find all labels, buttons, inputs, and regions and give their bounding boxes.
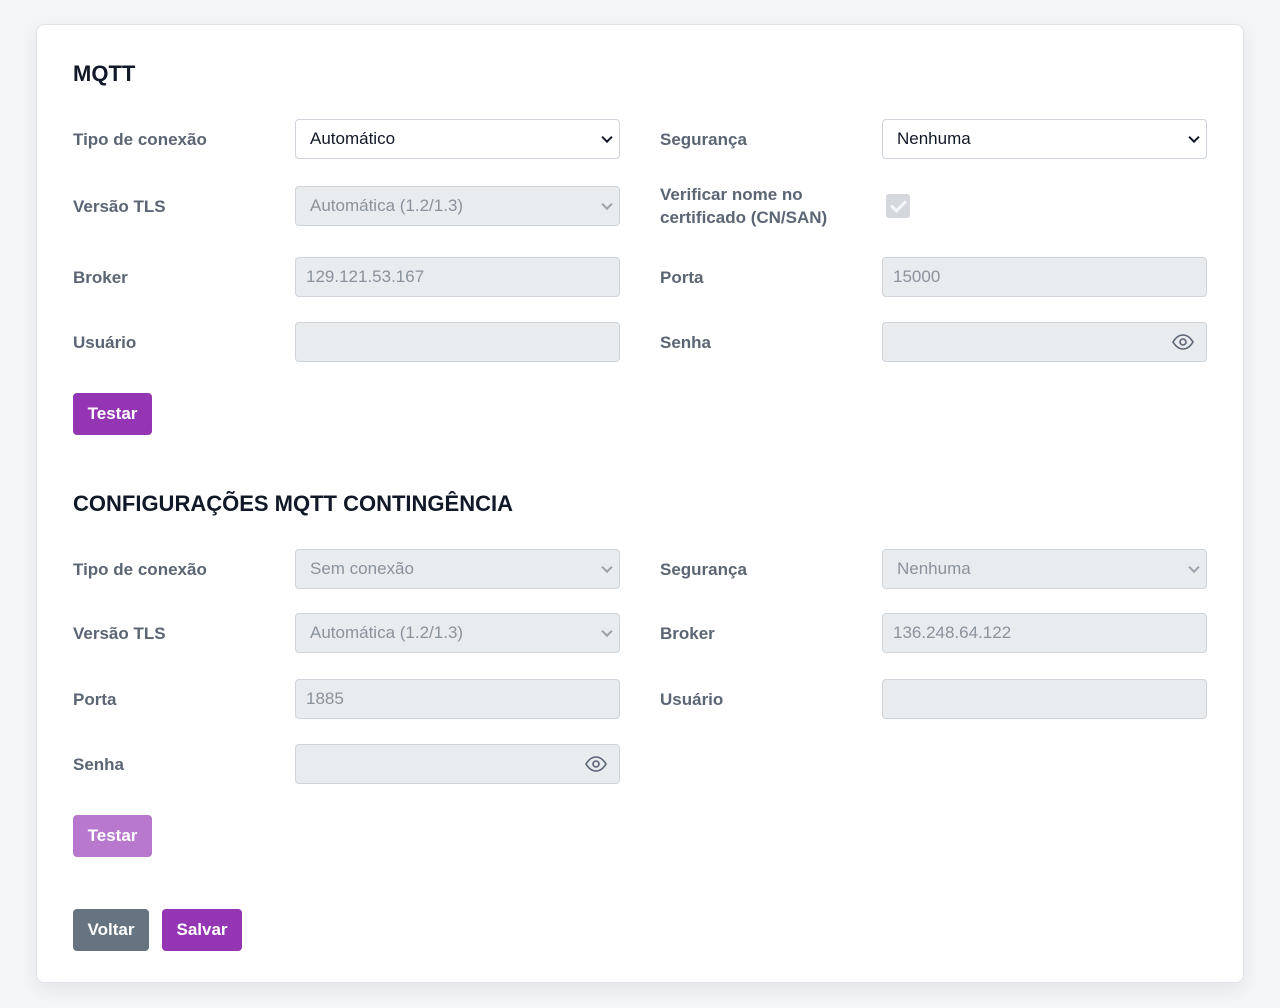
label-seguranca: Segurança xyxy=(660,129,747,149)
usuario-input-contingencia[interactable] xyxy=(882,679,1207,719)
input-value: 136.248.64.122 xyxy=(893,623,1012,642)
save-button[interactable]: Salvar xyxy=(162,909,242,951)
row: Senha xyxy=(73,744,1207,784)
select-seguranca[interactable]: Nenhuma xyxy=(882,119,1207,159)
label-versao-tls: Versão TLS xyxy=(73,623,166,643)
select-versao-tls[interactable]: Automática (1.2/1.3) xyxy=(295,186,620,226)
broker-input[interactable]: 129.121.53.167 xyxy=(295,257,620,297)
label-senha: Senha xyxy=(73,754,125,774)
select-value: Automática (1.2/1.3) xyxy=(310,623,464,642)
select-value: Nenhuma xyxy=(897,129,971,148)
label-verificar-nome: Verificar nome no certificado (CN/SAN) xyxy=(660,185,828,227)
chevron-down-icon xyxy=(601,131,613,144)
label-senha: Senha xyxy=(660,332,712,352)
row: Versão TLS Automática (1.2/1.3) Broker 1… xyxy=(73,613,1207,653)
label-usuario: Usuário xyxy=(660,689,724,709)
senha-input-contingencia[interactable] xyxy=(295,744,620,784)
row: Broker 129.121.53.167 Porta 15000 xyxy=(73,257,1207,297)
chevron-down-icon xyxy=(601,561,613,574)
chevron-down-icon xyxy=(601,198,613,211)
row: Porta 1885 Usuário xyxy=(73,679,1207,719)
input-value: 1885 xyxy=(306,689,344,708)
label-tipo-conexao: Tipo de conexão xyxy=(73,129,207,149)
label-usuario: Usuário xyxy=(73,332,137,352)
eye-icon[interactable] xyxy=(1172,334,1194,350)
back-button[interactable]: Voltar xyxy=(73,909,149,951)
label-versao-tls: Versão TLS xyxy=(73,196,166,216)
chevron-down-icon xyxy=(601,625,613,638)
select-value: Sem conexão xyxy=(310,559,414,578)
usuario-input[interactable] xyxy=(295,322,620,362)
chevron-down-icon xyxy=(1188,131,1200,144)
row: Tipo de conexão Automático Segurança Nen… xyxy=(73,119,1207,159)
test-button-contingencia[interactable]: Testar xyxy=(73,815,152,857)
section-title-contingencia: CONFIGURAÇÕES MQTT CONTINGÊNCIA xyxy=(73,491,513,516)
row: Tipo de conexão Sem conexão Segurança Ne… xyxy=(73,549,1207,589)
settings-card: MQTT Tipo de conexão Automático Seguranç… xyxy=(36,24,1244,983)
label-broker: Broker xyxy=(660,623,715,643)
chevron-down-icon xyxy=(1188,561,1200,574)
select-value: Automática (1.2/1.3) xyxy=(310,196,464,215)
label-seguranca: Segurança xyxy=(660,559,747,579)
test-button[interactable]: Testar xyxy=(73,393,152,435)
section-title-mqtt: MQTT xyxy=(73,61,136,86)
porta-input-contingencia[interactable]: 1885 xyxy=(295,679,620,719)
input-value: 15000 xyxy=(893,267,941,286)
label-tipo-conexao: Tipo de conexão xyxy=(73,559,207,579)
label-porta: Porta xyxy=(73,689,117,709)
row: Versão TLS Automática (1.2/1.3) Verifica… xyxy=(73,183,1207,229)
select-tipo-conexao[interactable]: Automático xyxy=(295,119,620,159)
select-versao-tls-contingencia[interactable]: Automática (1.2/1.3) xyxy=(295,613,620,653)
eye-icon[interactable] xyxy=(585,756,607,772)
input-value: 129.121.53.167 xyxy=(306,267,425,286)
label-porta: Porta xyxy=(660,267,704,287)
broker-input-contingencia[interactable]: 136.248.64.122 xyxy=(882,613,1207,653)
senha-input[interactable] xyxy=(882,322,1207,362)
select-value: Nenhuma xyxy=(897,559,971,578)
select-tipo-conexao-contingencia[interactable]: Sem conexão xyxy=(295,549,620,589)
select-seguranca-contingencia[interactable]: Nenhuma xyxy=(882,549,1207,589)
row: Usuário Senha xyxy=(73,322,1207,362)
select-value: Automático xyxy=(310,129,396,148)
label-broker: Broker xyxy=(73,267,128,287)
verificar-nome-checkbox[interactable] xyxy=(886,194,910,218)
porta-input[interactable]: 15000 xyxy=(882,257,1207,297)
